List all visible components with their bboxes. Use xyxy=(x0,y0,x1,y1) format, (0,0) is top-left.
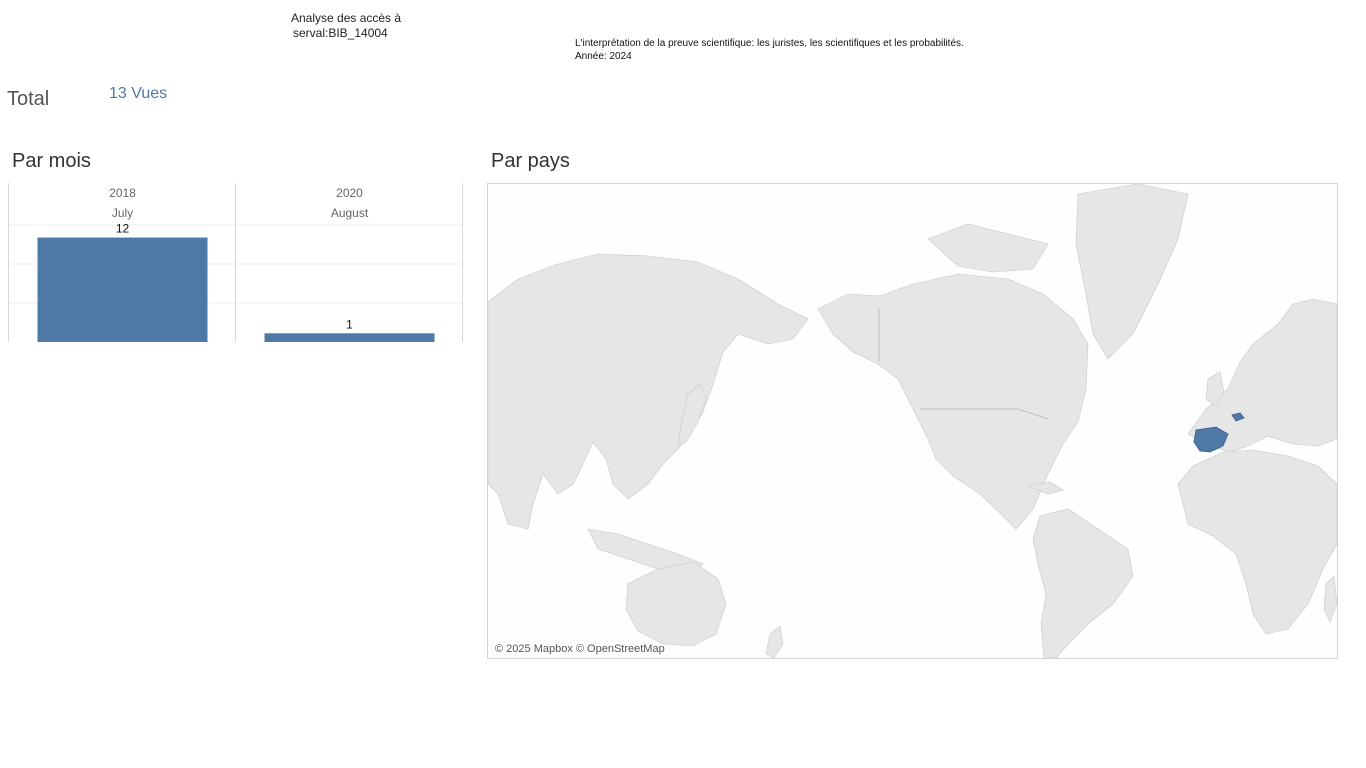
document-title: L'interprétation de la preuve scientifiq… xyxy=(575,38,964,49)
bar-2018-july xyxy=(37,237,208,342)
new-zealand-landmass xyxy=(765,625,784,658)
analysis-title-line2: serval:BIB_14004 xyxy=(293,26,388,40)
analysis-title-line1: Analyse des accès à xyxy=(291,11,402,25)
month-header-august: August xyxy=(331,206,369,220)
monthly-bar-chart: 2018 July 12 2020 August 1 xyxy=(8,183,463,342)
bar-label-2018-july: 12 xyxy=(116,222,130,236)
australia-landmass xyxy=(625,561,727,647)
bar-2020-august xyxy=(264,333,435,342)
greenland-landmass xyxy=(1075,184,1189,360)
total-label: Total xyxy=(7,88,50,110)
arctic-islands xyxy=(927,223,1049,273)
world-map[interactable] xyxy=(488,184,1337,658)
bar-label-2020-august: 1 xyxy=(346,317,353,331)
month-header-july: July xyxy=(112,206,133,220)
south-america-landmass xyxy=(1032,508,1134,658)
year-header-2020: 2020 xyxy=(336,186,363,200)
year-header-2018: 2018 xyxy=(109,186,136,200)
document-year: Année: 2024 xyxy=(575,51,632,62)
map-attribution[interactable]: © 2025 Mapbox © OpenStreetMap xyxy=(495,643,665,655)
madagascar-landmass xyxy=(1323,575,1337,623)
asia-landmass xyxy=(488,253,809,530)
analysis-title: Analyse des accès à serval:BIB_14004 xyxy=(291,11,401,41)
by-country-title: Par pays xyxy=(491,150,570,172)
document-info: L'interprétation de la preuve scientifiq… xyxy=(575,37,964,63)
africa-landmass xyxy=(1177,449,1337,635)
country-map[interactable]: © 2025 Mapbox © OpenStreetMap xyxy=(487,183,1338,659)
total-views-value: 13 Vues xyxy=(109,85,168,102)
by-month-title: Par mois xyxy=(12,150,91,172)
